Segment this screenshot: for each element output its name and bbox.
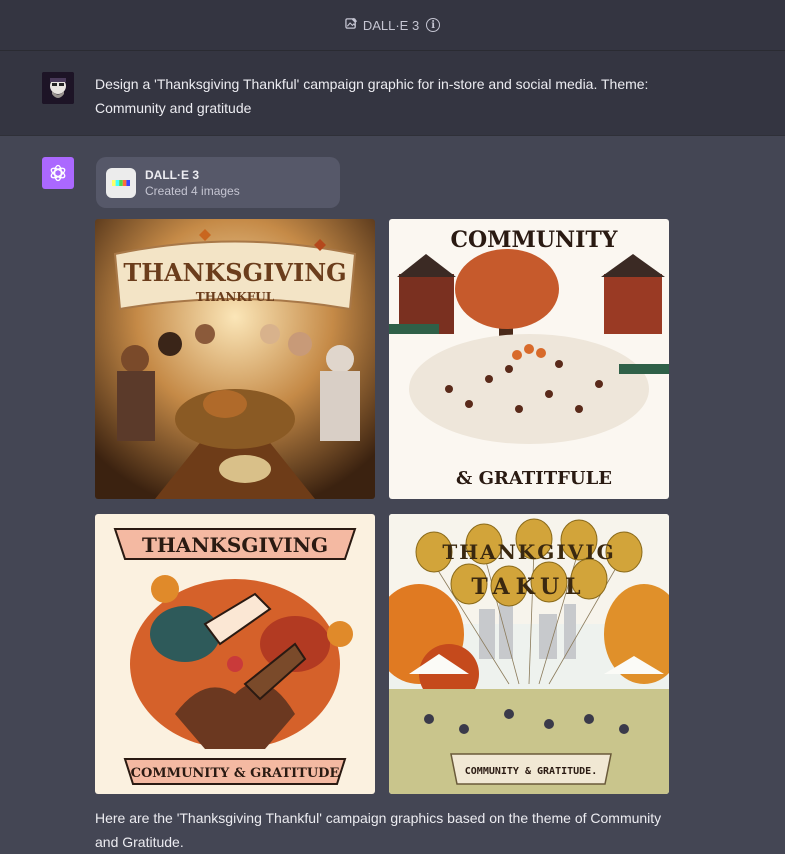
image-edit-icon bbox=[345, 17, 358, 33]
dalle-tool-card[interactable]: DALL·E 3 Created 4 images bbox=[96, 157, 340, 208]
image-4-subtitle: COMMUNITY & GRATITUDE. bbox=[465, 766, 597, 777]
image-4-balloons-top: THANKGIVIG bbox=[442, 540, 615, 564]
image-4-balloons-bottom: TAKUL bbox=[471, 574, 586, 600]
image-2-subtitle: & GRATITFULE bbox=[456, 468, 612, 489]
assistant-avatar bbox=[42, 157, 74, 189]
user-avatar bbox=[42, 72, 74, 104]
image-2-banner: COMMUNITY bbox=[450, 227, 617, 253]
user-message-text: Design a 'Thanksgiving Thankful' campaig… bbox=[95, 76, 649, 116]
dalle-card-subtitle: Created 4 images bbox=[145, 184, 240, 198]
user-message-row: Design a 'Thanksgiving Thankful' campaig… bbox=[0, 51, 785, 136]
assistant-response-text: Here are the 'Thanksgiving Thankful' cam… bbox=[95, 810, 662, 850]
generated-image-3[interactable]: THANKSGIVING COMMUNITY & GRATITUDE bbox=[95, 514, 375, 794]
openai-logo-icon bbox=[50, 164, 66, 182]
image-3-banner: THANKSGIVING bbox=[142, 533, 328, 557]
generated-image-4[interactable]: THANKGIVIG TAKUL COMMUNITY & GRATITUDE. bbox=[389, 514, 669, 794]
generated-image-1[interactable]: THANKSGIVING THANKFUL bbox=[95, 219, 375, 499]
dalle-card-title: DALL·E 3 bbox=[145, 168, 199, 182]
top-bar: DALL·E 3 i bbox=[0, 0, 785, 51]
image-1-subtitle: THANKFUL bbox=[196, 290, 275, 304]
dalle-logo-icon bbox=[106, 168, 136, 198]
info-icon[interactable]: i bbox=[426, 18, 441, 32]
generated-image-2[interactable]: COMMUNITY & GRATITFULE bbox=[389, 219, 669, 499]
image-1-banner: THANKSGIVING bbox=[123, 258, 346, 287]
model-name[interactable]: DALL·E 3 bbox=[363, 18, 419, 33]
image-3-subtitle: COMMUNITY & GRATITUDE bbox=[131, 766, 340, 781]
